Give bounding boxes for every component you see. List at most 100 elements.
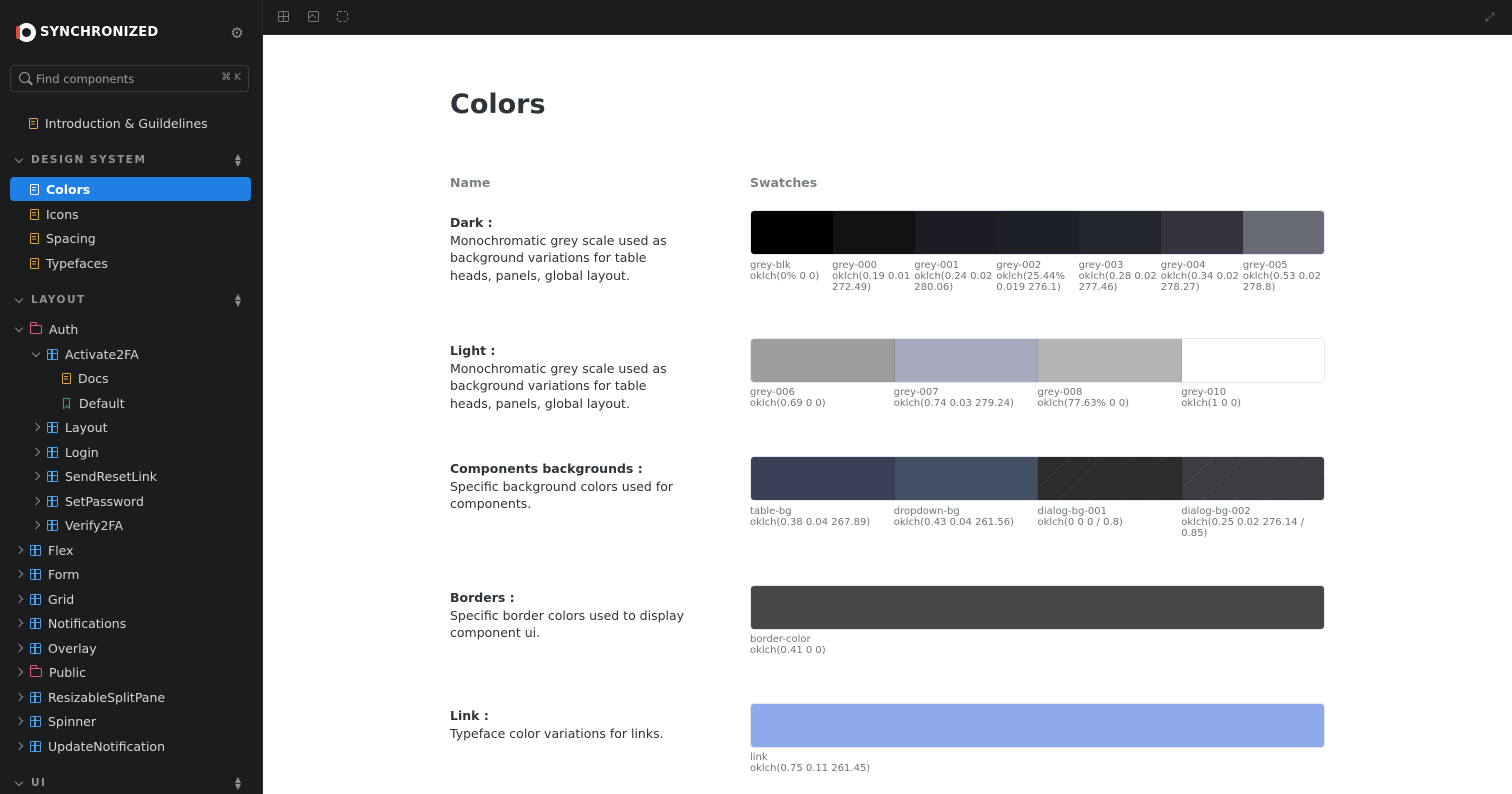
sidebar-item-introduction[interactable]: Introduction & Guildelines	[29, 111, 208, 135]
swatch-strip	[750, 210, 1325, 255]
doc-icon	[30, 183, 39, 195]
sidebar-item-flex[interactable]: Flex	[14, 538, 74, 562]
color-swatch-grey-008	[1038, 339, 1182, 382]
swatch-label: link oklch(0.75 0.11 261.45)	[750, 752, 1325, 774]
group-components-backgrounds: Components backgrounds : Specific backgr…	[450, 460, 690, 513]
swatch-labels: grey-blk oklch(0% 0 0) grey-000 oklch(0.19 …	[750, 260, 1325, 293]
sidebar-item-label: Default	[79, 395, 125, 411]
sidebar-item-notifications[interactable]: Notifications	[14, 611, 126, 635]
sidebar-item-label: Activate2FA	[65, 346, 139, 362]
component-icon	[30, 593, 41, 605]
swatch-label: grey-007 oklch(0.74 0.03 279.24)	[894, 387, 1038, 409]
swatch-label: dialog-bg-002 oklch(0.25 0.02 276.14 / 0.…	[1181, 506, 1325, 539]
swatch-labels: table-bg oklch(0.38 0.04 267.89) dropdown-…	[750, 506, 1325, 539]
sidebar-item-grid[interactable]: Grid	[14, 587, 74, 611]
group-description: Monochromatic grey scale used as backgro…	[450, 232, 667, 283]
component-icon	[47, 348, 58, 360]
column-header-name: Name	[450, 175, 491, 190]
sidebar-item-colors[interactable]: Colors	[10, 177, 251, 201]
fullscreen-icon[interactable]: ⤢	[1485, 11, 1497, 23]
swatch-name: dropdown-bg	[893, 506, 960, 517]
swatch-name: grey-007	[893, 387, 939, 398]
sidebar-item-public[interactable]: Public	[14, 660, 86, 684]
chevron-right-icon	[14, 569, 24, 579]
color-swatch-grey-007	[894, 339, 1038, 382]
swatch-labels: link oklch(0.75 0.11 261.45)	[750, 752, 1325, 774]
sidebar-item-form[interactable]: Form	[14, 562, 80, 586]
swatch-value: oklch(0.75 0.11 261.45)	[750, 763, 871, 774]
search-box: ⌘ K	[10, 65, 249, 92]
sidebar-item-icons[interactable]: Icons	[30, 202, 79, 226]
section-ui[interactable]: UI	[14, 775, 46, 791]
grid-icon[interactable]	[278, 11, 289, 22]
section-label: DESIGN SYSTEM	[31, 154, 147, 166]
sidebar-item-label: Icons	[46, 206, 79, 222]
expand-collapse-icon[interactable]: ▲ ▼	[233, 293, 243, 308]
sidebar-item-default[interactable]: Default	[63, 391, 125, 415]
sidebar-item-typefaces[interactable]: Typefaces	[30, 251, 108, 275]
chevron-right-icon	[14, 741, 24, 751]
frame-icon[interactable]	[337, 11, 348, 22]
sidebar-item-label: Public	[49, 664, 86, 680]
color-swatch-grey-002	[997, 211, 1079, 254]
section-label: LAYOUT	[31, 294, 86, 306]
doc-icon	[30, 208, 39, 220]
sidebar-item-label: Introduction & Guildelines	[45, 115, 208, 131]
group-borders: Borders : Specific border colors used to…	[450, 589, 690, 642]
sidebar-item-label: Overlay	[48, 640, 97, 656]
sidebar-item-setpassword[interactable]: SetPassword	[31, 489, 144, 513]
expand-collapse-icon[interactable]: ▲ ▼	[233, 776, 243, 791]
sidebar-item-updatenotification[interactable]: UpdateNotification	[14, 734, 165, 758]
expand-collapse-icon[interactable]: ▲ ▼	[233, 153, 243, 168]
chevron-right-icon	[31, 520, 41, 530]
group-description: Specific background colors used for comp…	[450, 478, 674, 512]
sidebar-item-docs[interactable]: Docs	[62, 366, 109, 390]
color-swatch-dialog-bg-002	[1181, 457, 1324, 500]
sidebar-item-layout[interactable]: Layout	[31, 415, 108, 439]
component-icon	[47, 495, 58, 507]
sidebar-item-spacing[interactable]: Spacing	[30, 226, 96, 250]
sidebar-item-resizablesplitpane[interactable]: ResizableSplitPane	[14, 685, 165, 709]
color-swatch-grey-004	[1161, 211, 1243, 254]
sidebar-item-spinner[interactable]: Spinner	[14, 709, 96, 733]
component-icon	[30, 568, 41, 580]
sidebar-item-sendresetlink[interactable]: SendResetLink	[31, 464, 157, 488]
sidebar-item-activate2fa[interactable]: Activate2FA	[31, 342, 139, 366]
color-swatch-grey-000	[833, 211, 915, 254]
chevron-down-icon	[14, 294, 24, 303]
chevron-right-icon	[14, 545, 24, 555]
settings-gear-icon[interactable]: ⚙	[229, 25, 245, 41]
synchronized-logo-icon	[16, 22, 36, 42]
swatch-name: table-bg	[750, 506, 792, 517]
swatch-value: oklch(1 0 0)	[1181, 398, 1242, 409]
swatch-name: grey-004	[1160, 260, 1206, 271]
chevron-right-icon	[14, 643, 24, 653]
swatch-name: dialog-bg-002	[1181, 506, 1251, 517]
sidebar-item-overlay[interactable]: Overlay	[14, 636, 97, 660]
group-title: Borders :	[450, 590, 515, 605]
search-input[interactable]	[36, 70, 216, 87]
image-icon[interactable]	[308, 11, 319, 22]
sidebar-item-label: Spacing	[46, 230, 96, 246]
swatch-name: grey-008	[1037, 387, 1083, 398]
swatch-name: grey-010	[1181, 387, 1227, 398]
chevron-down-icon	[14, 777, 24, 786]
swatch-name: grey-001	[914, 260, 960, 271]
swatch-label: grey-000 oklch(0.19 0.01 272.49)	[832, 260, 914, 293]
swatch-label: grey-004 oklch(0.34 0.02 278.27)	[1161, 260, 1243, 293]
color-swatch-border-color	[751, 586, 1324, 629]
search-icon	[19, 72, 30, 83]
sidebar-item-login[interactable]: Login	[31, 440, 99, 464]
swatch-label: grey-005 oklch(0.53 0.02 278.8)	[1243, 260, 1325, 293]
section-design-system[interactable]: DESIGN SYSTEM	[14, 152, 147, 168]
swatch-name: grey-blk	[750, 260, 791, 271]
sidebar-item-verify2fa[interactable]: Verify2FA	[31, 513, 123, 537]
doc-icon	[29, 117, 38, 129]
sidebar-item-label: UpdateNotification	[48, 738, 165, 754]
swatch-strip	[750, 338, 1325, 383]
swatch-label: grey-001 oklch(0.24 0.02 280.06)	[914, 260, 996, 293]
swatch-labels: border-color oklch(0.41 0 0)	[750, 634, 1325, 656]
brand-logo[interactable]: SYNCHRONIZED	[16, 22, 158, 42]
sidebar-item-auth[interactable]: Auth	[14, 317, 78, 341]
section-layout[interactable]: LAYOUT	[14, 292, 86, 308]
